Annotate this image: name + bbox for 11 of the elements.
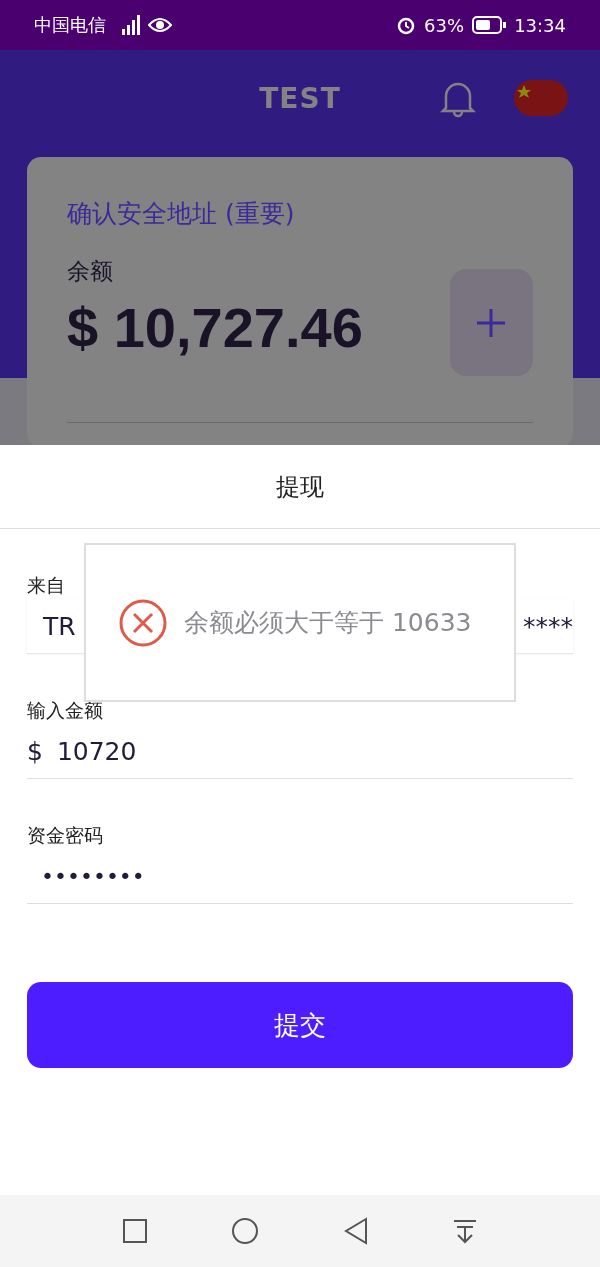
battery-percent: 63% <box>424 14 465 36</box>
error-message: 余额必须大于等于 10633 <box>184 607 472 639</box>
field-label: 来自 <box>27 573 66 598</box>
field-label: 输入金额 <box>27 698 104 723</box>
balance-amount: $ 10,727.46 <box>67 295 363 360</box>
balance-label: 余额 <box>67 257 114 286</box>
app-title: TEST <box>259 81 341 115</box>
sheet-title: 提现 <box>0 445 600 529</box>
field-label: 资金密码 <box>27 823 104 848</box>
clock: 13:34 <box>514 14 566 36</box>
carrier: 中国电信 <box>34 13 106 37</box>
